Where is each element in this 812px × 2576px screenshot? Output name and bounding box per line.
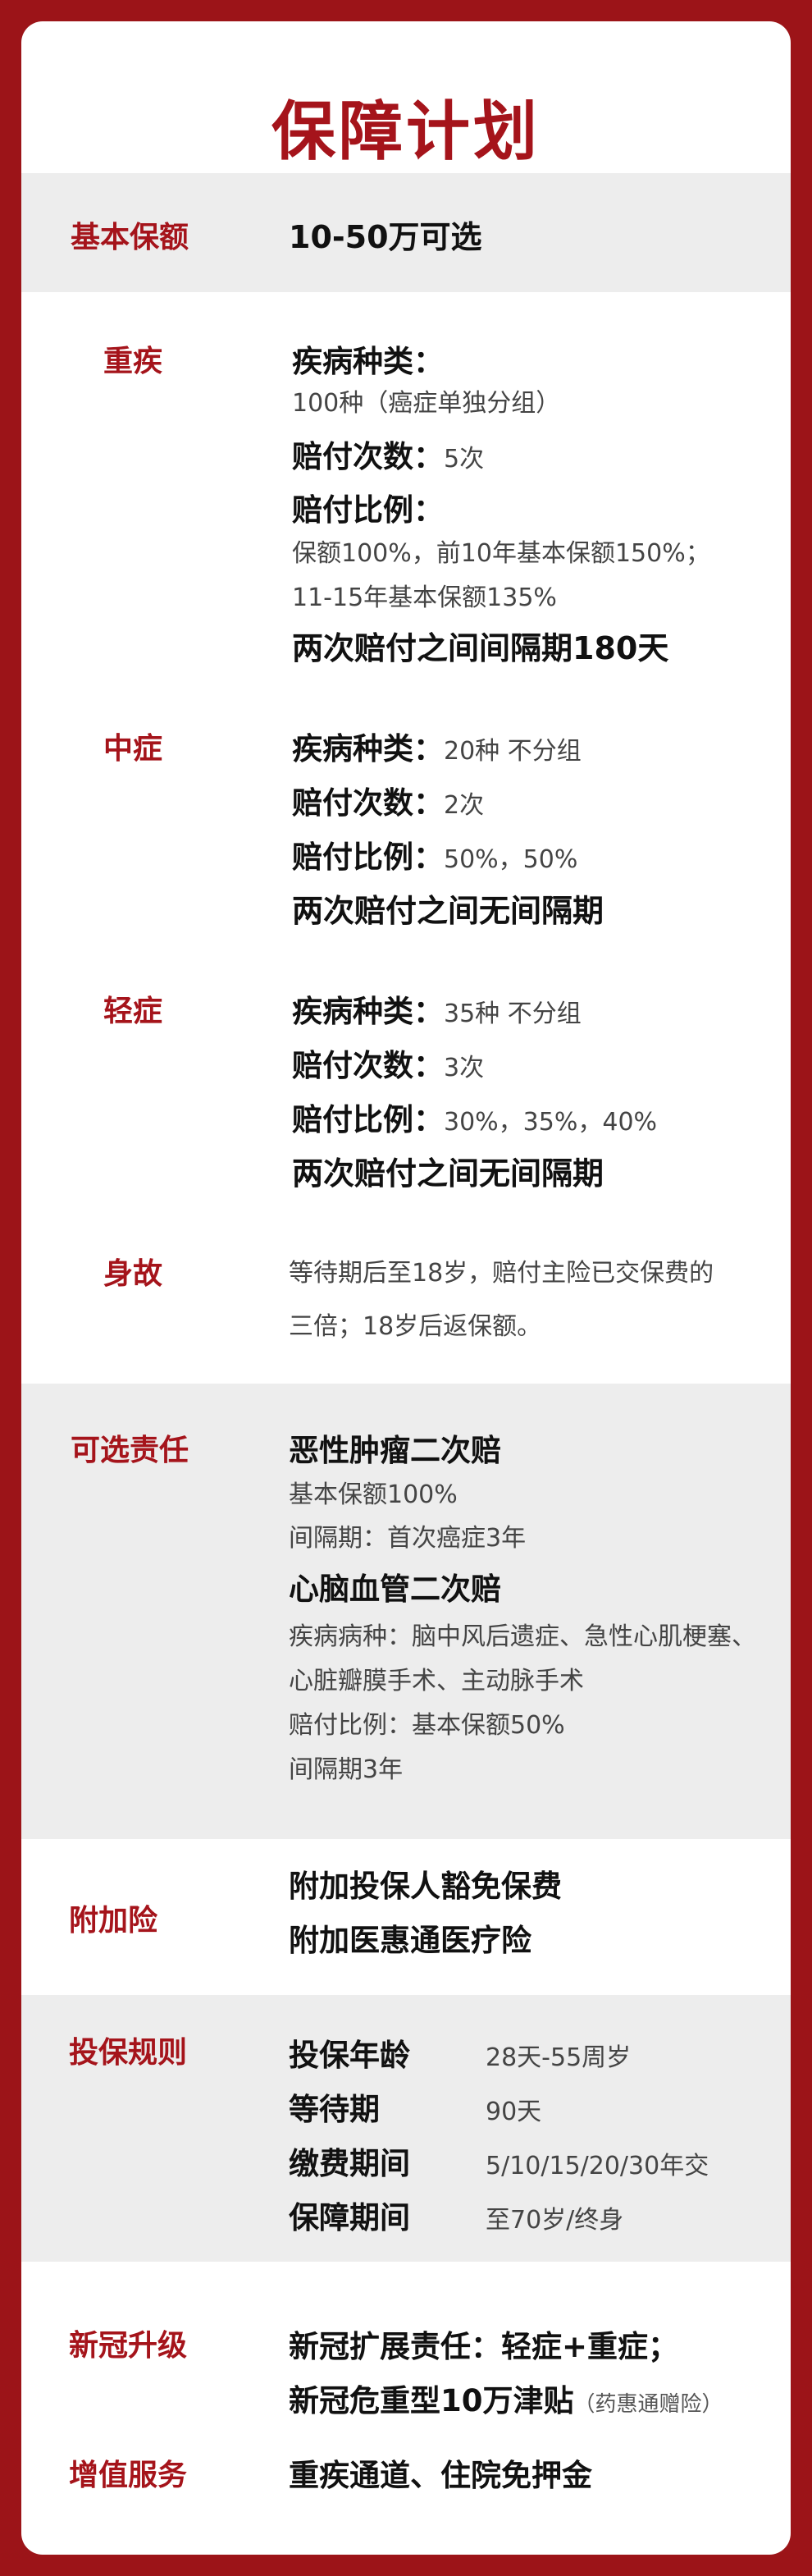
critical-ratio-key: 赔付比例： <box>292 492 444 528</box>
covid-label: 新冠升级 <box>69 2329 188 2363</box>
basic-amount-value: 10-50万可选 <box>289 219 482 255</box>
covid-line2-note: （药惠通赠险） <box>573 2392 723 2417</box>
covid-line1: 新冠扩展责任：轻症+重症； <box>289 2329 679 2364</box>
critical-ratio-line2: 11-15年基本保额135% <box>292 583 557 612</box>
mild-ratio-value: 30%，35%，40% <box>444 1108 658 1137</box>
moderate-ratio-value: 50%，50% <box>444 845 578 874</box>
optional-label: 可选责任 <box>71 1434 189 1467</box>
moderate-types-key: 疾病种类： <box>292 731 444 766</box>
moderate-types-value: 20种 不分组 <box>444 737 582 766</box>
critical-types-key: 疾病种类： <box>292 344 444 379</box>
covid-line2-row: 新冠危重型10万津贴（药惠通赠险） <box>289 2376 723 2420</box>
addon-line2: 附加医惠通医疗险 <box>289 1923 531 1958</box>
optional-cardio-line4: 间隔期3年 <box>289 1755 404 1784</box>
rules-row-value: 5/10/15/20/30年交 <box>486 2152 709 2180</box>
mild-times-row: 赔付次数：3次 <box>292 1041 484 1085</box>
critical-types-value: 100种（癌症单独分组） <box>292 389 561 418</box>
moderate-types-row: 疾病种类：20种 不分组 <box>292 724 582 768</box>
mild-types-value: 35种 不分组 <box>444 1000 582 1028</box>
mild-times-key: 赔付次数： <box>292 1048 444 1083</box>
mild-interval: 两次赔付之间无间隔期 <box>292 1155 604 1192</box>
optional-cardio-line3: 赔付比例：基本保额50% <box>289 1711 565 1740</box>
optional-cancer-heading: 恶性肿瘤二次赔 <box>289 1433 501 1468</box>
optional-cancer-line1: 基本保额100% <box>289 1480 458 1509</box>
rules-row: 保障期间 至70岁/终身 <box>289 2193 623 2237</box>
rules-row-value: 28天-55周岁 <box>486 2043 632 2072</box>
rules-row-value: 90天 <box>486 2098 542 2126</box>
rules-row-key: 投保年龄 <box>289 2038 410 2073</box>
moderate-illness-label: 中症 <box>103 732 163 766</box>
optional-cardio-line2: 心脏瓣膜手术、主动脉手术 <box>289 1667 584 1695</box>
moderate-times-value: 2次 <box>444 791 485 820</box>
rules-row-key: 保障期间 <box>289 2200 410 2235</box>
moderate-ratio-key: 赔付比例： <box>292 840 444 875</box>
basic-amount-label: 基本保额 <box>71 221 189 254</box>
rules-row: 投保年龄 28天-55周岁 <box>289 2030 631 2075</box>
rules-label: 投保规则 <box>69 2036 188 2070</box>
service-value: 重疾通道、住院免押金 <box>289 2458 592 2493</box>
critical-ratio-line1: 保额100%，前10年基本保额150%； <box>292 539 710 568</box>
rules-row-key: 等待期 <box>289 2092 380 2127</box>
moderate-times-key: 赔付次数： <box>292 785 444 821</box>
death-line2: 三倍；18岁后返保额。 <box>289 1312 542 1341</box>
optional-cancer-line2: 间隔期：首次癌症3年 <box>289 1524 527 1553</box>
addon-label: 附加险 <box>69 1904 158 1938</box>
rules-row-key: 缴费期间 <box>289 2146 410 2181</box>
moderate-interval: 两次赔付之间无间隔期 <box>292 893 604 929</box>
rules-row-value: 至70岁/终身 <box>486 2206 624 2235</box>
death-line1: 等待期后至18岁，赔付主险已交保费的 <box>289 1259 714 1288</box>
death-label: 身故 <box>103 1257 163 1291</box>
mild-ratio-row: 赔付比例：30%，35%，40% <box>292 1095 657 1139</box>
critical-times-row: 赔付次数：5次 <box>292 432 484 476</box>
mild-illness-label: 轻症 <box>103 995 163 1028</box>
covid-line2: 新冠危重型10万津贴 <box>289 2383 574 2418</box>
moderate-ratio-row: 赔付比例：50%，50% <box>292 832 577 876</box>
moderate-times-row: 赔付次数：2次 <box>292 778 484 822</box>
critical-times-key: 赔付次数： <box>292 439 444 474</box>
mild-times-value: 3次 <box>444 1054 485 1082</box>
page-title: 保障计划 <box>271 95 541 169</box>
critical-interval: 两次赔付之间间隔期180天 <box>292 630 669 666</box>
service-label: 增值服务 <box>69 2459 188 2492</box>
critical-illness-label: 重疾 <box>103 345 163 378</box>
rules-row: 等待期 90天 <box>289 2084 541 2129</box>
critical-times-value: 5次 <box>444 445 485 474</box>
mild-types-key: 疾病种类： <box>292 994 444 1029</box>
optional-cardio-line1: 疾病病种：脑中风后遗症、急性心肌梗塞、 <box>289 1622 756 1651</box>
mild-types-row: 疾病种类：35种 不分组 <box>292 986 582 1031</box>
plan-card: 保障计划 基本保额 10-50万可选 重疾 疾病种类： 100种（癌症单独分组）… <box>21 21 791 2555</box>
rules-row: 缴费期间 5/10/15/20/30年交 <box>289 2139 709 2183</box>
optional-cardio-heading: 心脑血管二次赔 <box>289 1572 501 1607</box>
addon-line1: 附加投保人豁免保费 <box>289 1869 562 1904</box>
mild-ratio-key: 赔付比例： <box>292 1102 444 1137</box>
